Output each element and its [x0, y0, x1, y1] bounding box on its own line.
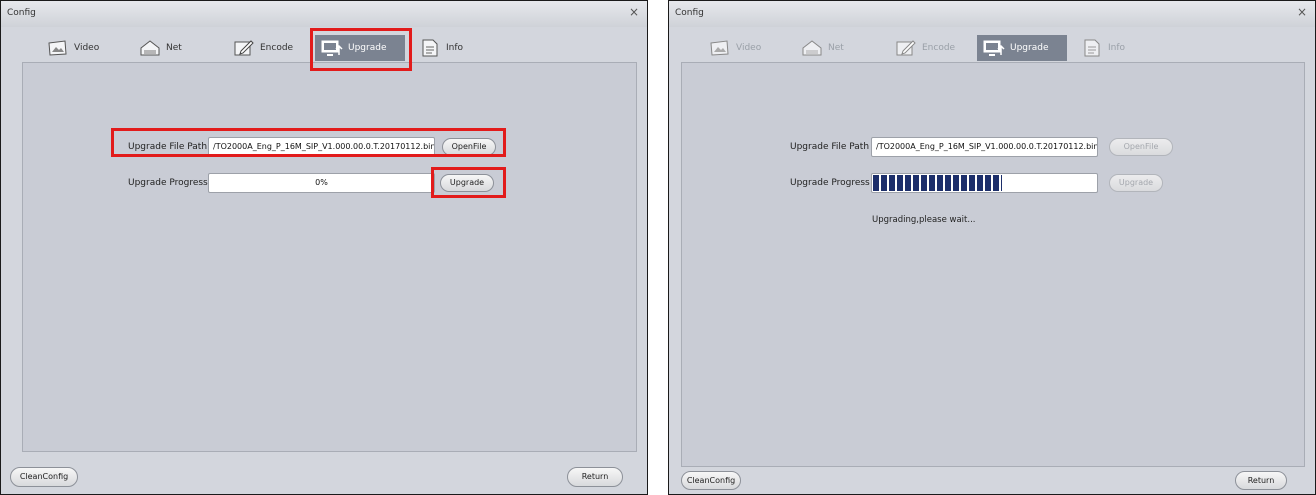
tab-label: Encode — [260, 43, 294, 53]
upgrade-content-area — [681, 62, 1305, 467]
title-bar: Config × — [1, 1, 647, 27]
upgrade-icon — [983, 39, 1005, 57]
upgrade-status-message: Upgrading,please wait... — [872, 215, 976, 225]
close-button[interactable]: × — [1297, 5, 1307, 19]
upgrade-file-path-label: Upgrade File Path — [128, 142, 208, 152]
window-title: Config — [7, 8, 36, 18]
tab-net[interactable]: Net — [139, 35, 182, 61]
tab-upgrade[interactable]: Upgrade — [315, 35, 405, 61]
tab-encode[interactable]: Encode — [233, 35, 293, 61]
cleanconfig-button[interactable]: CleanConfig — [681, 471, 741, 490]
video-icon — [47, 39, 69, 57]
tab-label: Video — [74, 43, 100, 53]
config-window-right: Config × Video Net Encode Upgrade Info U… — [668, 0, 1316, 495]
openfile-button[interactable]: OpenFile — [442, 138, 496, 156]
encode-icon — [233, 39, 255, 57]
tab-upgrade[interactable]: Upgrade — [977, 35, 1067, 61]
tab-net[interactable]: Net — [801, 35, 844, 61]
upgrade-icon — [321, 39, 343, 57]
return-button[interactable]: Return — [1235, 471, 1287, 490]
upgrade-file-path-label: Upgrade File Path — [790, 142, 870, 152]
tab-label: Info — [446, 43, 464, 53]
tab-label: Net — [166, 43, 182, 53]
upgrade-progress-bar — [871, 173, 1098, 193]
tab-video[interactable]: Video — [709, 35, 761, 61]
title-bar: Config × — [669, 1, 1315, 27]
tab-encode[interactable]: Encode — [895, 35, 955, 61]
progress-fill — [873, 175, 1003, 191]
info-icon — [1081, 39, 1103, 57]
config-window-left: Config × Video Net Encode Upgrade Info U… — [0, 0, 648, 495]
upgrade-progress-bar: 0% — [208, 173, 435, 193]
tab-label: Info — [1108, 43, 1126, 53]
upgrade-content-area — [22, 62, 637, 452]
upgrade-progress-label: Upgrade Progress — [128, 178, 208, 188]
upgrade-button[interactable]: Upgrade — [1109, 174, 1163, 192]
tab-label: Upgrade — [348, 43, 387, 53]
encode-icon — [895, 39, 917, 57]
progress-percent: 0% — [315, 178, 328, 187]
net-icon — [801, 39, 823, 57]
file-path-input[interactable]: /TO2000A_Eng_P_16M_SIP_V1.000.00.0.T.201… — [208, 137, 435, 157]
openfile-button[interactable]: OpenFile — [1109, 138, 1173, 156]
tab-video[interactable]: Video — [47, 35, 99, 61]
tab-label: Video — [736, 43, 762, 53]
info-icon — [419, 39, 441, 57]
tab-label: Net — [828, 43, 844, 53]
video-icon — [709, 39, 731, 57]
tab-info[interactable]: Info — [419, 35, 463, 61]
tab-info[interactable]: Info — [1081, 35, 1125, 61]
close-button[interactable]: × — [629, 5, 639, 19]
upgrade-button[interactable]: Upgrade — [440, 174, 494, 192]
tab-label: Encode — [922, 43, 956, 53]
window-title: Config — [675, 8, 704, 18]
net-icon — [139, 39, 161, 57]
tab-label: Upgrade — [1010, 43, 1049, 53]
cleanconfig-button[interactable]: CleanConfig — [10, 467, 78, 487]
return-button[interactable]: Return — [567, 467, 623, 487]
upgrade-progress-label: Upgrade Progress — [790, 178, 870, 188]
file-path-input[interactable]: /TO2000A_Eng_P_16M_SIP_V1.000.00.0.T.201… — [871, 137, 1098, 157]
